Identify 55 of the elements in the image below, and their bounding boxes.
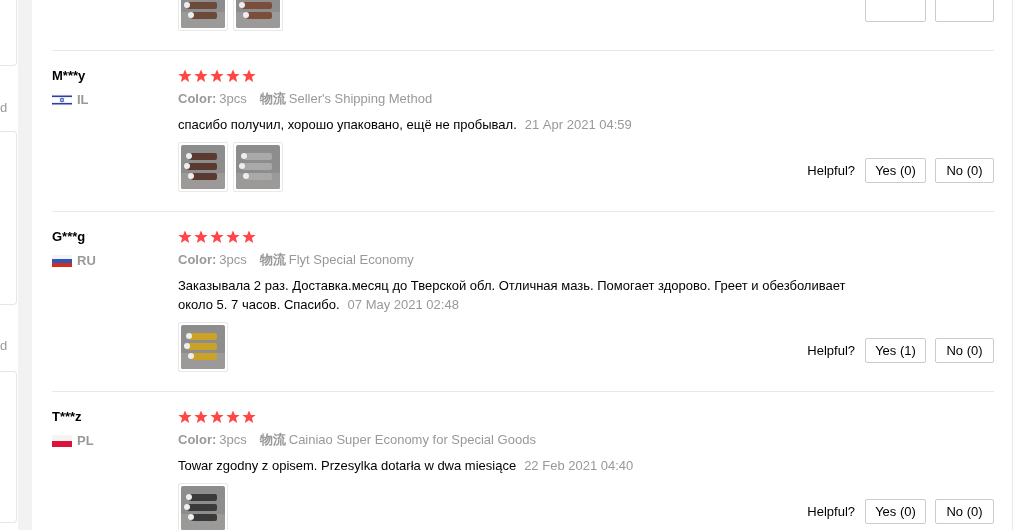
star-icon <box>226 69 240 83</box>
option-label: Color: <box>178 252 217 268</box>
helpful-label: Helpful? <box>807 163 855 178</box>
option-value: 3pcs <box>219 91 247 107</box>
reviewer-name: G***g <box>52 229 87 245</box>
star-icon <box>194 69 208 83</box>
star-icon <box>194 410 208 424</box>
no-button[interactable]: No (0) <box>935 338 994 363</box>
country-code: PL <box>77 433 94 448</box>
sidebar-card <box>0 0 17 66</box>
star-icon <box>210 230 224 244</box>
star-icon <box>194 230 208 244</box>
shipping-method: Cainiao Super Economy for Special Goods <box>288 432 536 448</box>
country-code: IL <box>77 92 89 107</box>
shipping-label: 物流 <box>259 91 286 107</box>
photo-thumbnail[interactable] <box>178 322 228 372</box>
yes-button[interactable]: Yes (1) <box>865 338 926 363</box>
star-icon <box>178 410 192 424</box>
option-value: 3pcs <box>219 252 247 268</box>
helpful-label: Helpful? <box>807 343 855 358</box>
yes-button[interactable]: Yes (0) <box>865 158 926 183</box>
sidebar-text: d <box>0 100 9 115</box>
photo-thumbnail[interactable] <box>178 142 228 192</box>
yes-button[interactable]: Yes (0) <box>865 499 926 524</box>
option-label: Color: <box>178 432 217 448</box>
star-icon <box>242 69 256 83</box>
star-icon <box>226 230 240 244</box>
star-icon <box>210 410 224 424</box>
star-icon <box>178 69 192 83</box>
photo-thumbnail[interactable] <box>233 142 283 192</box>
flag-icon <box>52 254 72 267</box>
star-icon <box>226 410 240 424</box>
review-text: Заказывала 2 раз. Доставка.месяц до Тверской обл. Отличная мазь. Помогает здорово. Греет и обезболивает около 5. 7 часов. Спасибо. 07 May 2021 02:48 <box>178 277 847 314</box>
helpful-label: Helpful? <box>807 504 855 519</box>
no-button[interactable]: No (0) <box>935 158 994 183</box>
star-icon <box>210 69 224 83</box>
no-button[interactable]: No (0) <box>935 499 994 524</box>
reviewer-name: T***z <box>52 409 83 425</box>
star-icon <box>242 230 256 244</box>
star-icon <box>242 410 256 424</box>
shipping-method: Seller's Shipping Method <box>288 91 433 107</box>
country-code: RU <box>77 253 96 268</box>
shipping-method: Flyt Special Economy <box>288 252 414 268</box>
shipping-label: 物流 <box>259 432 286 448</box>
review-text: Towar zgodny z opisem. Przesylka dotarła w dwa miesiące 22 Feb 2021 04:40 <box>178 457 634 475</box>
flag-icon <box>52 434 72 447</box>
photo-thumbnail[interactable] <box>178 483 228 530</box>
option-value: 3pcs <box>219 432 247 448</box>
option-label: Color: <box>178 91 217 107</box>
reviewer-name: M***y <box>52 68 87 84</box>
review-text: спасибо получил, хорошо упаковано, ещё не пробывал. 21 Apr 2021 04:59 <box>178 116 632 134</box>
sidebar-text: d <box>0 338 9 353</box>
flag-icon <box>52 93 72 106</box>
star-icon <box>178 230 192 244</box>
shipping-label: 物流 <box>259 252 286 268</box>
